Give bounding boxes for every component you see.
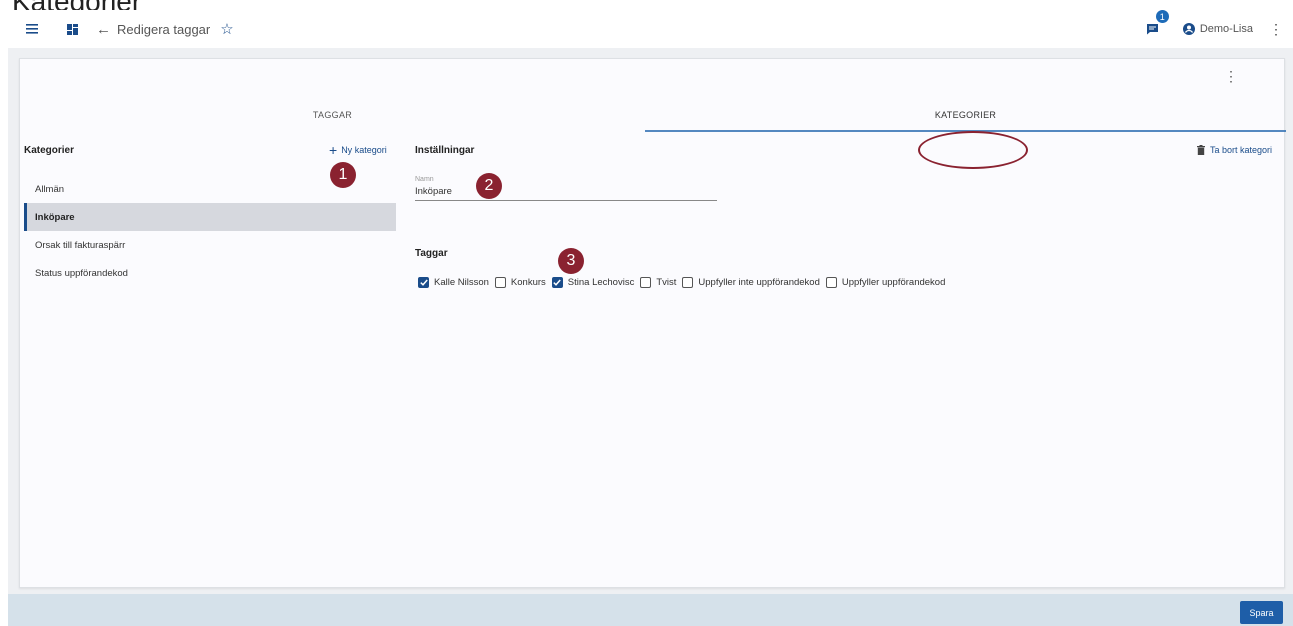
tag-label: Kalle Nilsson xyxy=(434,277,489,288)
category-item-inkopare[interactable]: Inköpare xyxy=(24,203,396,231)
account-icon xyxy=(1182,23,1195,35)
tag-konkurs[interactable]: Konkurs xyxy=(494,277,546,288)
tab-bar: TAGGAR KATEGORIER xyxy=(20,99,1286,169)
card-more-icon[interactable]: ⋮ xyxy=(1224,68,1238,85)
user-menu[interactable]: Demo-Lisa xyxy=(1182,23,1253,35)
tag-label: Tvist xyxy=(656,277,677,288)
tags-title: Taggar xyxy=(415,248,448,259)
back-arrow-icon[interactable]: ← xyxy=(96,21,111,38)
checkbox-icon[interactable] xyxy=(640,277,652,288)
app-more-icon[interactable]: ⋮ xyxy=(1269,21,1283,38)
trash-icon xyxy=(1196,145,1205,155)
delete-category-button[interactable]: Ta bort kategori xyxy=(1196,145,1272,155)
delete-category-label: Ta bort kategori xyxy=(1209,145,1272,155)
plus-icon: + xyxy=(329,142,338,158)
checkbox-icon[interactable] xyxy=(494,277,506,288)
app-bar: ← Redigera taggar ☆ 1 Demo-Lisa ⋮ xyxy=(8,10,1293,48)
annotation-marker-2: 2 xyxy=(476,173,502,199)
breadcrumb: ← Redigera taggar ☆ xyxy=(96,20,234,39)
checkbox-checked-icon[interactable] xyxy=(418,277,429,288)
tag-checkbox-list: Kalle Nilsson Konkurs Stina Lechovisc Tv… xyxy=(418,277,951,288)
tag-label: Uppfyller uppförandekod xyxy=(841,277,946,288)
category-list: Allmän Inköpare Orsak till fakturaspärr … xyxy=(24,175,396,287)
breadcrumb-title: Redigera taggar xyxy=(117,21,211,37)
checkbox-icon[interactable] xyxy=(825,277,837,288)
user-name: Demo-Lisa xyxy=(1199,23,1253,35)
tag-kalle-nilsson[interactable]: Kalle Nilsson xyxy=(418,277,489,288)
menu-icon[interactable] xyxy=(18,15,46,43)
tag-label: Konkurs xyxy=(510,277,546,288)
tag-tvist[interactable]: Tvist xyxy=(640,277,676,288)
categories-title: Kategorier xyxy=(24,145,75,156)
chat-icon[interactable]: 1 xyxy=(1141,10,1169,41)
tag-uppfyller-inte[interactable]: Uppfyller inte uppförandekod xyxy=(682,277,820,288)
name-field-value: Inköpare xyxy=(415,186,452,197)
edit-tags-card: ⋮ TAGGAR KATEGORIER Kategorier + Ny kate… xyxy=(19,58,1286,588)
new-category-button[interactable]: + Ny kategori xyxy=(329,142,387,158)
tag-label: Stina Lechovisc xyxy=(567,277,635,288)
notification-badge: 1 xyxy=(1155,10,1169,23)
annotation-marker-3: 3 xyxy=(558,248,584,274)
checkbox-checked-icon[interactable] xyxy=(551,277,563,288)
category-item-orsak[interactable]: Orsak till fakturaspärr xyxy=(24,231,396,259)
settings-title: Inställningar xyxy=(415,145,475,156)
save-button[interactable]: Spara xyxy=(1240,601,1283,624)
star-icon[interactable]: ☆ xyxy=(220,20,233,38)
footer-bar: Spara xyxy=(8,594,1293,626)
checkbox-icon[interactable] xyxy=(682,277,694,288)
tag-label: Uppfyller inte uppförandekod xyxy=(698,277,820,288)
tag-stina-lechovisc[interactable]: Stina Lechovisc xyxy=(551,277,635,288)
new-category-label: Ny kategori xyxy=(341,145,387,155)
category-item-allman[interactable]: Allmän xyxy=(24,175,396,203)
category-item-status[interactable]: Status uppförandekod xyxy=(24,259,396,287)
tab-taggar[interactable]: TAGGAR xyxy=(20,99,645,131)
dashboard-icon[interactable] xyxy=(58,15,86,43)
tab-kategorier[interactable]: KATEGORIER xyxy=(645,99,1286,131)
tag-uppfyller[interactable]: Uppfyller uppförandekod xyxy=(825,277,946,288)
workspace: ⋮ TAGGAR KATEGORIER Kategorier + Ny kate… xyxy=(8,48,1293,594)
highlight-oval xyxy=(918,131,1028,169)
name-field-label: Namn xyxy=(415,176,434,183)
name-field[interactable]: Namn Inköpare xyxy=(415,176,717,201)
